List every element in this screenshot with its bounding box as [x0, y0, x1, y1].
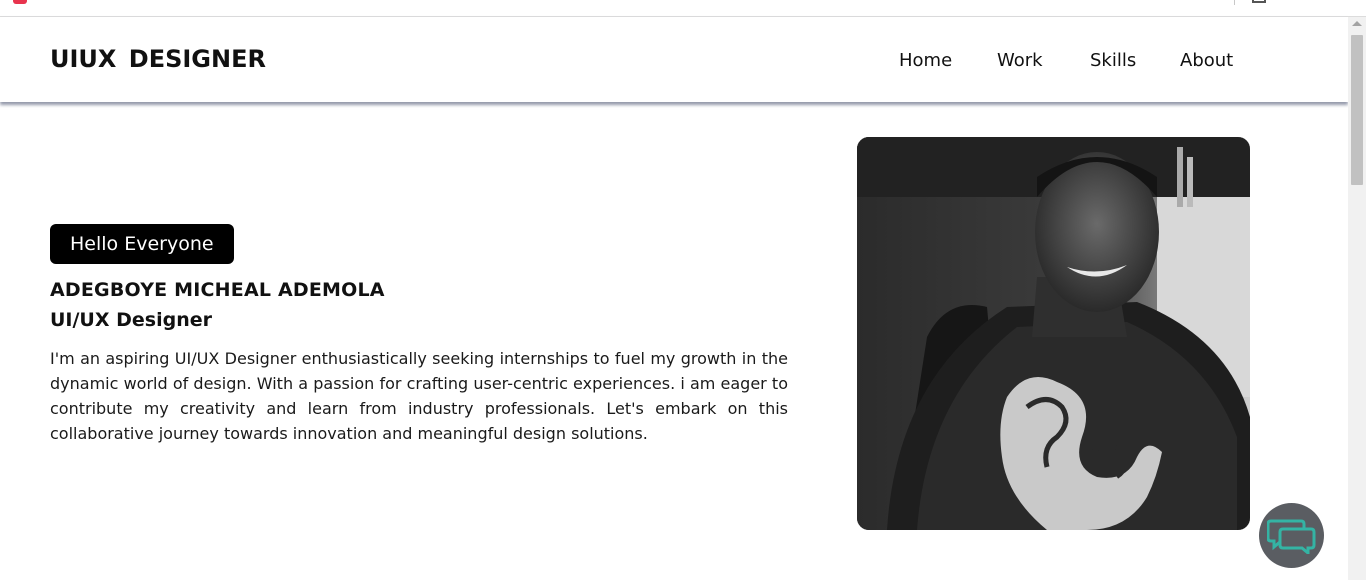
scroll-thumb[interactable]	[1351, 35, 1363, 185]
page-scrollbar[interactable]	[1348, 17, 1366, 580]
person-role: UI/UX Designer	[50, 309, 212, 331]
nav-home[interactable]: Home	[899, 50, 952, 71]
profile-photo	[857, 137, 1250, 530]
site-header: UIUX DESIGNER Home Work Skills About	[0, 17, 1348, 102]
browser-top-strip	[0, 0, 1366, 17]
toolbar-divider	[1234, 0, 1235, 5]
main-nav: Home Work Skills About	[0, 50, 1348, 74]
scroll-up-arrow-icon[interactable]	[1352, 21, 1362, 26]
toolbar-icon[interactable]	[1252, 0, 1266, 3]
chat-bubbles-icon	[1267, 519, 1316, 554]
app-icon[interactable]	[13, 0, 27, 4]
chat-button[interactable]	[1259, 503, 1324, 568]
greeting-badge: Hello Everyone	[50, 224, 234, 264]
bio-paragraph: I'm an aspiring UI/UX Designer enthusias…	[50, 349, 788, 443]
person-name: ADEGBOYE MICHEAL ADEMOLA	[50, 279, 385, 301]
nav-work[interactable]: Work	[997, 50, 1043, 71]
nav-skills[interactable]: Skills	[1090, 50, 1136, 71]
nav-about[interactable]: About	[1180, 50, 1233, 71]
